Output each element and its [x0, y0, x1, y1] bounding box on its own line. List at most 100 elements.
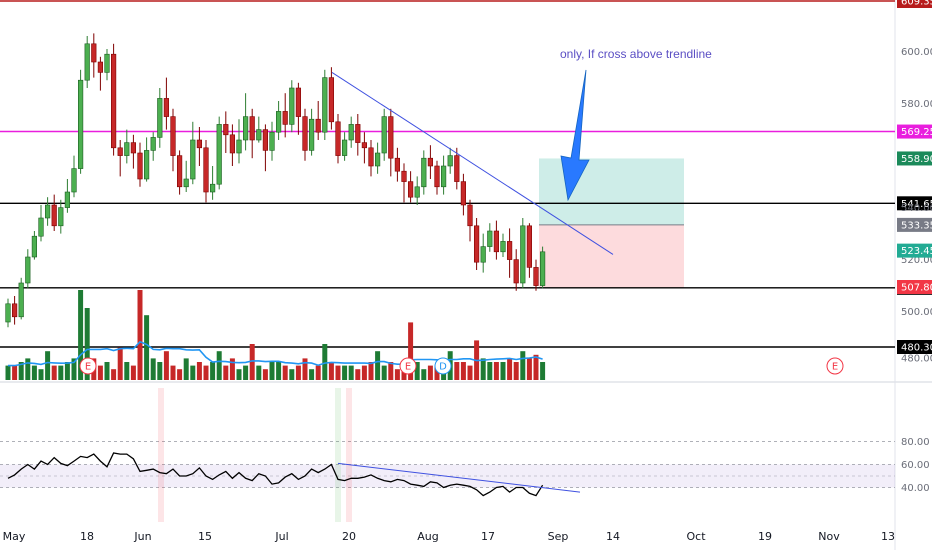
candle-body-67: [447, 155, 453, 167]
candle-body-53: [355, 124, 361, 143]
candle-body-49: [328, 77, 335, 123]
candle-body-75: [500, 241, 506, 253]
candle-body-45: [302, 116, 308, 151]
candle-body-65: [434, 165, 440, 188]
volume-bar-56: [375, 351, 381, 380]
position-stop-zone: [539, 224, 684, 288]
candle-body-25: [170, 116, 176, 156]
time-tick-8: Sep: [548, 530, 569, 543]
volume-bar-79: [526, 358, 532, 380]
candle-body-39: [262, 129, 269, 151]
volume-bar-74: [493, 362, 499, 380]
time-tick-0: May: [3, 530, 26, 543]
candle-body-38: [256, 129, 262, 141]
candle-body-8: [58, 207, 64, 227]
volume-bar-48: [322, 344, 328, 380]
price-tag-1: 533.35: [901, 220, 932, 231]
candle-body-68: [454, 155, 460, 182]
candle-body-44: [295, 87, 302, 117]
volume-bar-0: [5, 365, 11, 380]
candle-body-30: [203, 147, 209, 193]
volume-bar-7: [51, 365, 57, 380]
candle-body-7: [51, 204, 57, 227]
volume-bar-73: [487, 362, 493, 380]
level-tag-0: 609.35: [901, 0, 932, 8]
time-tick-3: 15: [198, 530, 212, 543]
rsi-axis[interactable]: 40.00 60.00 80.00: [901, 437, 930, 494]
chart[interactable]: 609.35569.25541.65509.15480.30 EEDE only…: [0, 0, 932, 550]
volume-bar-53: [355, 369, 361, 380]
price-tag-2: 523.45: [901, 246, 932, 257]
volume-bar-32: [216, 351, 222, 380]
position-tool[interactable]: [539, 158, 684, 288]
candle-body-15: [104, 53, 110, 73]
price-tick-6: 600.00: [901, 47, 932, 58]
volume-bar-6: [45, 351, 51, 380]
candle-body-42: [282, 111, 288, 125]
candle-body-59: [394, 157, 401, 172]
level-tag-4: 480.30: [901, 343, 932, 354]
volume-bar-14: [97, 365, 103, 380]
volume-bar-27: [183, 358, 189, 380]
candle-body-72: [480, 246, 486, 263]
volume-bar-45: [302, 358, 308, 380]
volume-bar-77: [513, 362, 519, 380]
volume-bar-22: [150, 358, 156, 380]
candle-body-23: [157, 98, 163, 138]
candle-body-62: [414, 186, 420, 198]
price-tick-3: 540.00: [901, 203, 932, 214]
candle-body-35: [236, 139, 242, 154]
time-tick-9: 14: [606, 530, 620, 543]
event-marker-label-0: E: [85, 362, 91, 373]
volume-bar-63: [421, 369, 427, 380]
volume-bar-15: [104, 362, 110, 380]
price-tag-0: 558.90: [901, 154, 932, 165]
candle-body-21: [144, 150, 150, 180]
candle-body-17: [117, 147, 123, 156]
volume-bar-28: [190, 365, 196, 380]
volume-bar-21: [144, 315, 150, 380]
volume-bar-64: [427, 365, 433, 380]
volume-bar-57: [381, 365, 387, 380]
candle-body-80: [533, 267, 539, 286]
price-axis[interactable]: 480.00500.00520.00540.00560.00580.00600.…: [901, 47, 932, 364]
candle-body-31: [210, 183, 216, 193]
volume-bar-18: [124, 362, 130, 380]
candle-body-43: [289, 87, 295, 125]
volume-bar-16: [111, 369, 117, 380]
time-tick-12: Nov: [818, 530, 840, 543]
volume-bar-70: [467, 365, 473, 380]
price-tag-3: 507.80: [901, 283, 932, 294]
volume-bar-17: [117, 347, 123, 380]
volume-bar-47: [315, 365, 321, 380]
candle-body-66: [440, 165, 447, 188]
volume-bar-81: [540, 362, 546, 380]
rsi-tick-2: 80.00: [901, 437, 930, 448]
candlesticks: [5, 33, 546, 328]
candle-body-46: [308, 118, 315, 151]
candle-body-26: [177, 155, 183, 188]
candle-body-3: [25, 256, 31, 284]
volume-bar-68: [454, 362, 460, 380]
volume-bar-40: [269, 362, 275, 380]
candle-body-64: [427, 157, 434, 167]
time-tick-13: 13: [881, 530, 895, 543]
volume-bar-69: [460, 362, 466, 380]
volume-bar-78: [520, 351, 526, 380]
price-tick-1: 500.00: [901, 307, 932, 318]
candle-body-36: [243, 116, 249, 141]
candle-body-28: [190, 139, 196, 180]
event-marker-label-3: E: [832, 362, 838, 373]
candle-body-10: [71, 168, 77, 193]
volume-bar-26: [177, 369, 183, 380]
volume-bar-31: [210, 362, 216, 380]
volume-bar-55: [368, 362, 374, 380]
candle-body-74: [493, 230, 500, 253]
rsi-tick-0: 40.00: [901, 483, 930, 494]
event-marker-label-1: E: [405, 362, 411, 373]
candle-body-47: [315, 118, 321, 133]
candle-body-73: [487, 230, 493, 247]
candle-body-52: [348, 124, 354, 141]
volume-bar-49: [328, 362, 334, 380]
volume-bar-8: [58, 365, 64, 380]
